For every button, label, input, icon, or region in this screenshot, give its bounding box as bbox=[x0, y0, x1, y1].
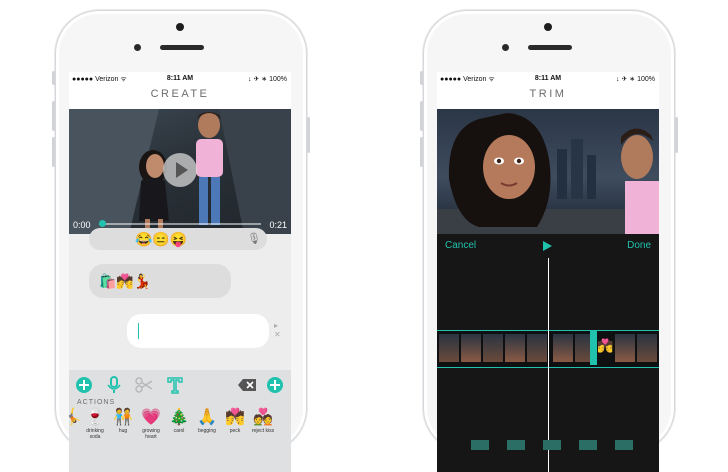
front-camera bbox=[502, 44, 509, 51]
sticker-label: hug bbox=[118, 428, 128, 434]
sticker-item[interactable]: 🙏 begging bbox=[195, 408, 219, 434]
phone-create: ●●●●● Verizon ᯤ 8:11 AM ↓ ✈ ∗ 100% CREAT… bbox=[52, 10, 310, 472]
compose-toolbar: ACTIONS 🤸 🍷 drinking soda 🧑‍🤝‍🧑 hug 💗 growi… bbox=[69, 370, 291, 472]
timeline-frame bbox=[637, 334, 657, 362]
text-cursor bbox=[138, 323, 139, 339]
status-bar: ●●●●● Verizon ᯤ 8:11 AM ↓ ✈ ∗ 100% bbox=[437, 72, 659, 86]
search-add-icon[interactable] bbox=[266, 376, 284, 394]
message-emoji: 😂😑😝 bbox=[135, 231, 188, 247]
backspace-icon[interactable] bbox=[237, 376, 256, 394]
video-current-time: 0:00 bbox=[73, 220, 91, 230]
timeline-frame bbox=[553, 334, 573, 362]
sticker-glyph: 🍷 bbox=[85, 409, 105, 426]
actions-section-label: ACTIONS bbox=[77, 399, 116, 406]
mute-switch bbox=[420, 71, 423, 85]
sticker-item[interactable]: 🧑‍🤝‍🧑 hug bbox=[111, 408, 135, 434]
page-title: CREATE bbox=[150, 88, 210, 100]
speaker-dot bbox=[544, 23, 552, 31]
sticker-label: reject kiss bbox=[251, 428, 275, 434]
sticker-label: growing heart bbox=[142, 428, 160, 440]
create-screen: ●●●●● Verizon ᯤ 8:11 AM ↓ ✈ ∗ 100% CREAT… bbox=[69, 72, 291, 472]
sticker-label: carol bbox=[173, 428, 185, 434]
timeline-frame bbox=[439, 334, 459, 362]
video-preview[interactable]: 0:00 0:21 bbox=[69, 109, 291, 234]
mic-icon[interactable] bbox=[105, 376, 123, 394]
sticker-item[interactable]: 🍷 drinking soda bbox=[83, 408, 107, 440]
sticker-marker[interactable]: 💏 bbox=[597, 338, 613, 354]
page-title: TRIM bbox=[529, 88, 567, 100]
power-button bbox=[675, 117, 678, 153]
message-emoji: 🛍️💏💃 bbox=[99, 273, 152, 289]
timeline-frame bbox=[505, 334, 525, 362]
volume-up-button bbox=[52, 101, 55, 131]
earpiece-speaker bbox=[160, 45, 204, 50]
chat-thread: 😂😑😝 🎙 🛍️💏💃 ▸ ✕ bbox=[69, 228, 291, 370]
avatar-scene-graphic bbox=[437, 113, 659, 234]
mic-bubble-icon[interactable]: 🎙 bbox=[247, 228, 261, 250]
cancel-button[interactable]: Cancel bbox=[445, 240, 476, 251]
trim-editor: Cancel Done 💏 bbox=[437, 234, 659, 472]
sticker-tray bbox=[437, 440, 659, 472]
sticker-glyph: 💗 bbox=[141, 409, 161, 426]
sticker-item[interactable]: 💗 growing heart bbox=[139, 408, 163, 440]
sticker-row: 🤸 🍷 drinking soda 🧑‍🤝‍🧑 hug 💗 growing heart… bbox=[69, 408, 291, 448]
status-bar: ●●●●● Verizon ᯤ 8:11 AM ↓ ✈ ∗ 100% bbox=[69, 72, 291, 86]
volume-down-button bbox=[420, 137, 423, 167]
battery-indicator: ↓ ✈ ∗ 100% bbox=[248, 76, 287, 83]
message-bubble-emoji[interactable]: 🛍️💏💃 bbox=[89, 264, 231, 298]
power-button bbox=[307, 117, 310, 153]
earpiece-speaker bbox=[528, 45, 572, 50]
scissors-icon[interactable] bbox=[135, 376, 153, 394]
trim-video-preview bbox=[437, 109, 659, 234]
timeline-frame bbox=[615, 334, 635, 362]
timeline-frame bbox=[483, 334, 503, 362]
done-button[interactable]: Done bbox=[627, 240, 651, 251]
sticker-glyph: 🤸 bbox=[69, 409, 81, 426]
trim-screen: ●●●●● Verizon ᯤ 8:11 AM ↓ ✈ ∗ 100% TRIM bbox=[437, 72, 659, 472]
front-camera bbox=[134, 44, 141, 51]
message-bubble-top[interactable]: 😂😑😝 🎙 bbox=[89, 228, 267, 250]
sticker-item[interactable]: 🤸 bbox=[69, 408, 83, 428]
mute-switch bbox=[52, 71, 55, 85]
volume-up-button bbox=[420, 101, 423, 131]
video-scrubber[interactable] bbox=[99, 220, 261, 227]
compose-input[interactable] bbox=[127, 314, 269, 348]
timeline-frame bbox=[527, 334, 547, 362]
play-button[interactable] bbox=[163, 153, 197, 187]
sticker-glyph: 🙏 bbox=[197, 409, 217, 426]
sticker-glyph: 🧑‍🤝‍🧑 bbox=[113, 409, 133, 426]
phone-trim: ●●●●● Verizon ᯤ 8:11 AM ↓ ✈ ∗ 100% TRIM bbox=[420, 10, 678, 472]
play-icon[interactable] bbox=[543, 241, 552, 251]
sticker-glyph: 💑 bbox=[253, 409, 273, 426]
volume-down-button bbox=[52, 137, 55, 167]
scrubber-knob[interactable] bbox=[99, 220, 106, 227]
sticker-label: peck bbox=[229, 428, 241, 434]
trim-handle[interactable] bbox=[590, 331, 597, 365]
sticker-item[interactable]: 💏 peck bbox=[223, 408, 247, 434]
text-icon[interactable] bbox=[166, 376, 184, 394]
sticker-label: begging bbox=[198, 428, 216, 434]
battery-indicator: ↓ ✈ ∗ 100% bbox=[616, 76, 655, 83]
close-icon[interactable]: ▸ ✕ bbox=[274, 321, 281, 339]
sticker-item[interactable]: 🎄 carol bbox=[167, 408, 191, 434]
video-duration: 0:21 bbox=[269, 220, 287, 230]
sticker-label: drinking soda bbox=[86, 428, 104, 440]
speaker-dot bbox=[176, 23, 184, 31]
timeline-frame bbox=[461, 334, 481, 362]
sticker-glyph: 🎄 bbox=[169, 409, 189, 426]
add-icon[interactable] bbox=[75, 376, 93, 394]
sticker-item[interactable]: 💑 reject kiss bbox=[251, 408, 275, 434]
sticker-glyph: 💏 bbox=[225, 409, 245, 426]
